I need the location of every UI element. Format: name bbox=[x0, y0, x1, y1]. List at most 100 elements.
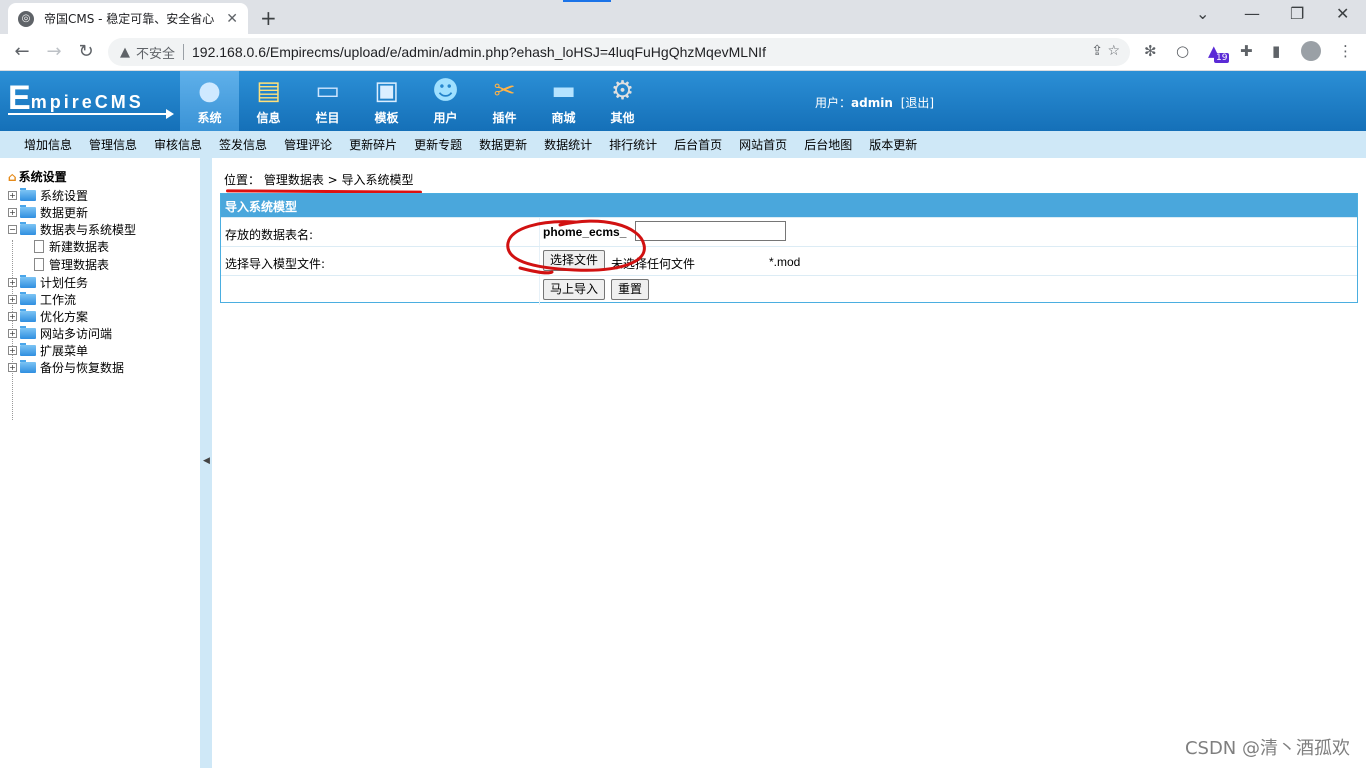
user-prefix: 用户： bbox=[815, 96, 852, 110]
browser-tab[interactable]: ◎ 帝国CMS - 稳定可靠、安全省心 ✕ bbox=[8, 3, 248, 34]
expand-icon[interactable]: + bbox=[8, 312, 17, 321]
nav-shop[interactable]: ▬ 商城 bbox=[534, 71, 593, 131]
sidebar-item-workflow[interactable]: + 工作流 bbox=[8, 291, 76, 308]
submenu-add-info[interactable]: 增加信息 bbox=[24, 136, 72, 153]
folder-icon bbox=[20, 292, 36, 305]
folder-icon bbox=[20, 309, 36, 322]
expand-icon[interactable]: + bbox=[8, 363, 17, 372]
folder-icon bbox=[20, 360, 36, 373]
reload-icon[interactable]: ↻ bbox=[74, 41, 98, 62]
forward-icon[interactable]: → bbox=[42, 41, 66, 62]
document-icon bbox=[34, 258, 44, 271]
cms-header: EmpireCMS ● 系统 ▤ 信息 ▭ 栏目 ▣ 模板 ☻ 用户 ✂ 插件 ▬ 商城 ⚙ 其… bbox=[0, 71, 1366, 131]
nav-system[interactable]: ● 系统 bbox=[180, 71, 239, 131]
sidebar-splitter[interactable]: ◀ bbox=[200, 158, 212, 768]
sidebar-item-manage-tables[interactable]: 管理数据表 bbox=[34, 256, 109, 273]
nav-plugin[interactable]: ✂ 插件 bbox=[475, 71, 534, 131]
logout-link[interactable]: [退出] bbox=[901, 96, 934, 110]
sidebar-item-backup[interactable]: + 备份与恢复数据 bbox=[8, 359, 124, 376]
expand-icon[interactable]: + bbox=[8, 208, 17, 217]
puzzle-icon[interactable]: ✚ bbox=[1240, 42, 1253, 60]
expand-icon[interactable]: + bbox=[8, 346, 17, 355]
breadcrumb-current: 导入系统模型 bbox=[341, 173, 414, 187]
panel-title: 导入系统模型 bbox=[221, 194, 1357, 217]
submenu-sign-info[interactable]: 签发信息 bbox=[219, 136, 267, 153]
url-text[interactable]: 192.168.0.6/Empirecms/upload/e/admin/adm… bbox=[192, 44, 766, 60]
submenu-update-fragments[interactable]: 更新碎片 bbox=[349, 136, 397, 153]
document-icon bbox=[34, 240, 44, 253]
expand-icon[interactable]: + bbox=[8, 329, 17, 338]
collapse-sidebar-icon[interactable]: ◀ bbox=[203, 456, 210, 466]
breadcrumb-separator: > bbox=[323, 173, 342, 187]
submenu-manage-info[interactable]: 管理信息 bbox=[89, 136, 137, 153]
tools-icon: ✂ bbox=[493, 76, 516, 106]
extension-icon[interactable]: ✻ bbox=[1144, 42, 1157, 60]
restore-icon[interactable]: ❐ bbox=[1290, 4, 1304, 23]
breadcrumb-link-manage-tables[interactable]: 管理数据表 bbox=[264, 173, 324, 187]
submenu-rank-stats[interactable]: 排行统计 bbox=[609, 136, 657, 153]
kebab-menu-icon[interactable]: ⋮ bbox=[1338, 42, 1353, 60]
browser-toolbar: ← → ↻ ▲ 不安全 192.168.0.6/Empirecms/upload… bbox=[0, 34, 1366, 71]
sidebar-item-data-update[interactable]: + 数据更新 bbox=[8, 204, 88, 221]
window-close-icon[interactable]: ✕ bbox=[1336, 4, 1349, 23]
submenu-admin-home[interactable]: 后台首页 bbox=[674, 136, 722, 153]
browser-tabstrip: ◎ 帝国CMS - 稳定可靠、安全省心 ✕ + ⌄ — ❐ ✕ bbox=[0, 0, 1366, 34]
window-icon: ▣ bbox=[374, 76, 399, 106]
close-tab-icon[interactable]: ✕ bbox=[226, 11, 238, 27]
sidebar-item-optimization[interactable]: + 优化方案 bbox=[8, 308, 88, 325]
side-panel-icon[interactable]: ▮ bbox=[1272, 42, 1280, 60]
expand-icon[interactable]: + bbox=[8, 278, 17, 287]
expand-icon[interactable]: + bbox=[8, 295, 17, 304]
user-icon: ☻ bbox=[431, 76, 460, 106]
minimize-icon[interactable]: — bbox=[1244, 4, 1260, 23]
submenu-site-home[interactable]: 网站首页 bbox=[739, 136, 787, 153]
nav-template[interactable]: ▣ 模板 bbox=[357, 71, 416, 131]
nav-info[interactable]: ▤ 信息 bbox=[239, 71, 298, 131]
nav-other[interactable]: ⚙ 其他 bbox=[593, 71, 652, 131]
tree-root[interactable]: ⌂ 系统设置 bbox=[8, 168, 67, 185]
tab-search-icon[interactable]: ⌄ bbox=[1196, 4, 1209, 23]
back-icon[interactable]: ← bbox=[10, 41, 34, 62]
new-tab-icon[interactable]: + bbox=[260, 6, 277, 30]
notepad-icon: ▤ bbox=[256, 76, 281, 106]
sidebar-item-new-table[interactable]: 新建数据表 bbox=[34, 238, 109, 255]
submenu-data-stats[interactable]: 数据统计 bbox=[544, 136, 592, 153]
sidebar-item-scheduled-tasks[interactable]: + 计划任务 bbox=[8, 274, 88, 291]
import-now-button[interactable]: 马上导入 bbox=[543, 279, 606, 300]
model-file-label: 选择导入模型文件: bbox=[225, 257, 326, 271]
folder-icon bbox=[20, 205, 36, 218]
folder-icon: ▭ bbox=[315, 76, 340, 106]
submenu-data-update[interactable]: 数据更新 bbox=[479, 136, 527, 153]
omnibox-separator bbox=[183, 44, 185, 60]
profile-avatar[interactable] bbox=[1301, 41, 1321, 61]
gear-icon: ⚙ bbox=[610, 76, 635, 106]
insecure-label[interactable]: 不安全 bbox=[136, 43, 175, 62]
globe-icon: ◎ bbox=[18, 10, 34, 27]
sidebar-item-system-settings[interactable]: + 系统设置 bbox=[8, 187, 88, 204]
nav-column[interactable]: ▭ 栏目 bbox=[298, 71, 357, 131]
choose-file-button[interactable]: 选择文件 bbox=[543, 250, 606, 271]
table-name-input[interactable] bbox=[635, 221, 786, 241]
share-star-icons[interactable]: ⇪ ☆ bbox=[1091, 43, 1120, 59]
submenu-update-topics[interactable]: 更新专题 bbox=[414, 136, 462, 153]
nav-user[interactable]: ☻ 用户 bbox=[416, 71, 475, 131]
table-name-row: 存放的数据表名: phome_ecms_ bbox=[221, 217, 1357, 247]
submenu-admin-map[interactable]: 后台地图 bbox=[804, 136, 852, 153]
folder-icon bbox=[20, 188, 36, 201]
submenu-review-info[interactable]: 审核信息 bbox=[154, 136, 202, 153]
user-info: 用户：admin [退出] bbox=[815, 94, 934, 111]
address-bar[interactable]: ▲ 不安全 192.168.0.6/Empirecms/upload/e/adm… bbox=[108, 38, 1130, 66]
collapse-icon[interactable]: − bbox=[8, 225, 17, 234]
sidebar-item-extend-menu[interactable]: + 扩展菜单 bbox=[8, 342, 88, 359]
extension-circle-icon[interactable]: ○ bbox=[1176, 42, 1189, 60]
submenu-manage-comments[interactable]: 管理评论 bbox=[284, 136, 332, 153]
reset-button[interactable]: 重置 bbox=[611, 279, 650, 300]
submenu-version-update[interactable]: 版本更新 bbox=[869, 136, 917, 153]
sidebar-item-tables-models[interactable]: − 数据表与系统模型 bbox=[8, 221, 136, 238]
model-file-row: 选择导入模型文件: 选择文件 未选择任何文件 *.mod bbox=[221, 246, 1357, 276]
expand-icon[interactable]: + bbox=[8, 191, 17, 200]
warning-icon[interactable]: ▲ bbox=[120, 45, 130, 60]
sidebar-item-multi-access[interactable]: + 网站多访问端 bbox=[8, 325, 112, 342]
folder-icon bbox=[20, 343, 36, 356]
row-divider bbox=[539, 276, 540, 305]
